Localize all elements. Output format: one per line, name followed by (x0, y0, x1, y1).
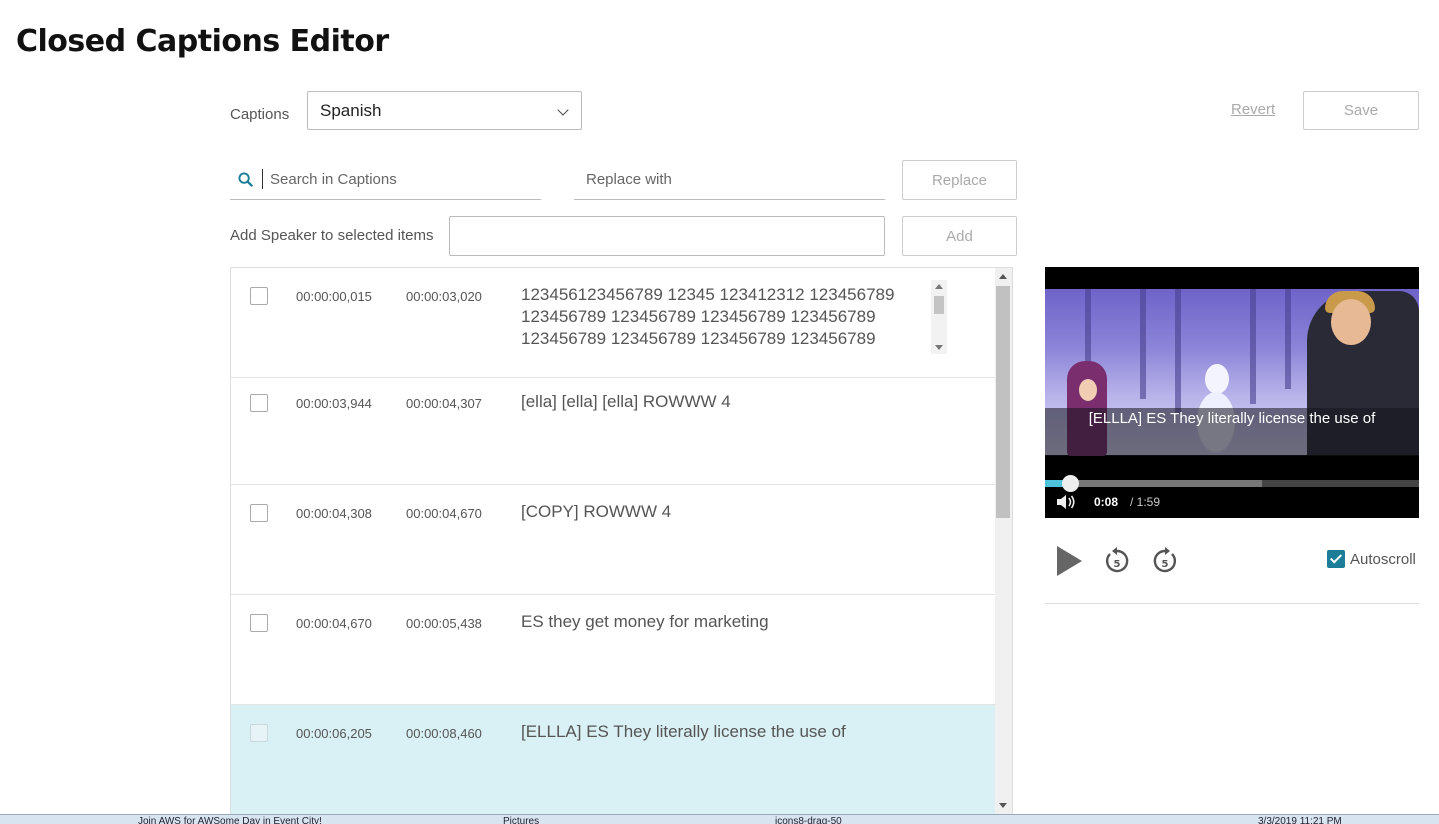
start-time[interactable]: 00:00:06,205 (296, 726, 372, 741)
video-player[interactable]: [ELLLA] ES They literally license the us… (1045, 267, 1419, 518)
add-speaker-button[interactable]: Add (902, 216, 1017, 256)
start-time[interactable]: 00:00:00,015 (296, 289, 372, 304)
current-time: 0:08 (1094, 495, 1119, 509)
os-taskbar: Join AWS for AWSome Day in Event City! P… (0, 814, 1439, 824)
end-time[interactable]: 00:00:08,460 (406, 726, 482, 741)
caption-text[interactable]: [ella] [ella] [ella] ROWWW 4 (521, 391, 931, 413)
autoscroll-checkbox[interactable] (1327, 550, 1345, 568)
caption-row[interactable]: 00:00:04,670 00:00:05,438 ES they get mo… (231, 595, 996, 705)
captions-label: Captions (230, 106, 290, 123)
caption-row[interactable]: 00:00:00,015 00:00:03,020 12345612345678… (231, 268, 996, 378)
end-time[interactable]: 00:00:03,020 (406, 289, 482, 304)
caption-text[interactable]: 123456123456789 12345 123412312 12345678… (521, 284, 926, 350)
save-button[interactable]: Save (1303, 91, 1419, 130)
replace-input[interactable]: Replace with (574, 160, 885, 200)
speaker-label: Add Speaker to selected items (230, 227, 434, 244)
row-checkbox[interactable] (250, 394, 268, 412)
taskbar-item[interactable]: Pictures (503, 816, 539, 824)
scroll-thumb[interactable] (996, 286, 1010, 518)
play-icon[interactable] (1052, 544, 1086, 578)
revert-button[interactable]: Revert (1231, 101, 1275, 118)
chevron-down-icon (557, 104, 569, 116)
duration: / 1:59 (1130, 495, 1161, 509)
scroll-down-arrow-icon[interactable] (935, 345, 943, 350)
text-caret (262, 169, 263, 189)
scroll-down-arrow-icon[interactable] (999, 803, 1007, 808)
caption-text[interactable]: [ELLLA] ES They literally license the us… (521, 721, 931, 743)
caption-row[interactable]: 00:00:04,308 00:00:04,670 [COPY] ROWWW 4 (231, 485, 996, 595)
end-time[interactable]: 00:00:04,670 (406, 506, 482, 521)
caption-text-scrollbar[interactable] (931, 280, 947, 354)
rewind-seconds-label: 5 (1114, 559, 1121, 570)
replace-button[interactable]: Replace (902, 160, 1017, 200)
search-placeholder: Search in Captions (270, 171, 397, 188)
row-checkbox[interactable] (250, 504, 268, 522)
replace-placeholder: Replace with (586, 171, 672, 188)
row-checkbox[interactable] (250, 724, 268, 742)
caption-row[interactable]: 00:00:03,944 00:00:04,307 [ella] [ella] … (231, 375, 996, 485)
caption-text[interactable]: [COPY] ROWWW 4 (521, 501, 931, 523)
caption-list-scrollbar[interactable] (995, 268, 1012, 814)
end-time[interactable]: 00:00:05,438 (406, 616, 482, 631)
taskbar-clock: 3/3/2019 11:21 PM (1258, 816, 1342, 824)
taskbar-item[interactable]: Join AWS for AWSome Day in Event City! (138, 816, 322, 824)
start-time[interactable]: 00:00:03,944 (296, 396, 372, 411)
volume-icon[interactable] (1057, 494, 1077, 510)
taskbar-item[interactable]: icons8-drag-50 (775, 816, 842, 824)
autoscroll-toggle[interactable]: Autoscroll (1327, 550, 1416, 568)
caption-list[interactable]: 00:00:00,015 00:00:03,020 12345612345678… (230, 267, 1013, 815)
video-progress-bar[interactable] (1045, 480, 1419, 487)
row-checkbox[interactable] (250, 287, 268, 305)
row-checkbox[interactable] (250, 614, 268, 632)
captions-language-select[interactable]: Spanish (307, 91, 582, 130)
forward-5-icon[interactable]: 5 (1148, 544, 1182, 578)
caption-overlay-text: [ELLLA] ES They literally license the us… (1088, 410, 1376, 427)
caption-row-selected[interactable]: 00:00:06,205 00:00:08,460 [ELLLA] ES The… (231, 705, 996, 814)
caption-text[interactable]: ES they get money for marketing (521, 611, 931, 633)
end-time[interactable]: 00:00:04,307 (406, 396, 482, 411)
scroll-up-arrow-icon[interactable] (935, 284, 943, 289)
rewind-5-icon[interactable]: 5 (1100, 544, 1134, 578)
scroll-up-arrow-icon[interactable] (999, 274, 1007, 279)
divider (1045, 603, 1419, 604)
scroll-thumb[interactable] (934, 296, 944, 314)
captions-language-value: Spanish (320, 101, 382, 120)
search-input[interactable]: Search in Captions (230, 160, 541, 200)
autoscroll-label: Autoscroll (1350, 550, 1416, 568)
page-title: Closed Captions Editor (16, 24, 389, 59)
speaker-input[interactable] (449, 216, 885, 256)
search-icon (238, 172, 253, 187)
seek-handle[interactable] (1062, 475, 1080, 492)
start-time[interactable]: 00:00:04,670 (296, 616, 372, 631)
forward-seconds-label: 5 (1162, 559, 1169, 570)
start-time[interactable]: 00:00:04,308 (296, 506, 372, 521)
